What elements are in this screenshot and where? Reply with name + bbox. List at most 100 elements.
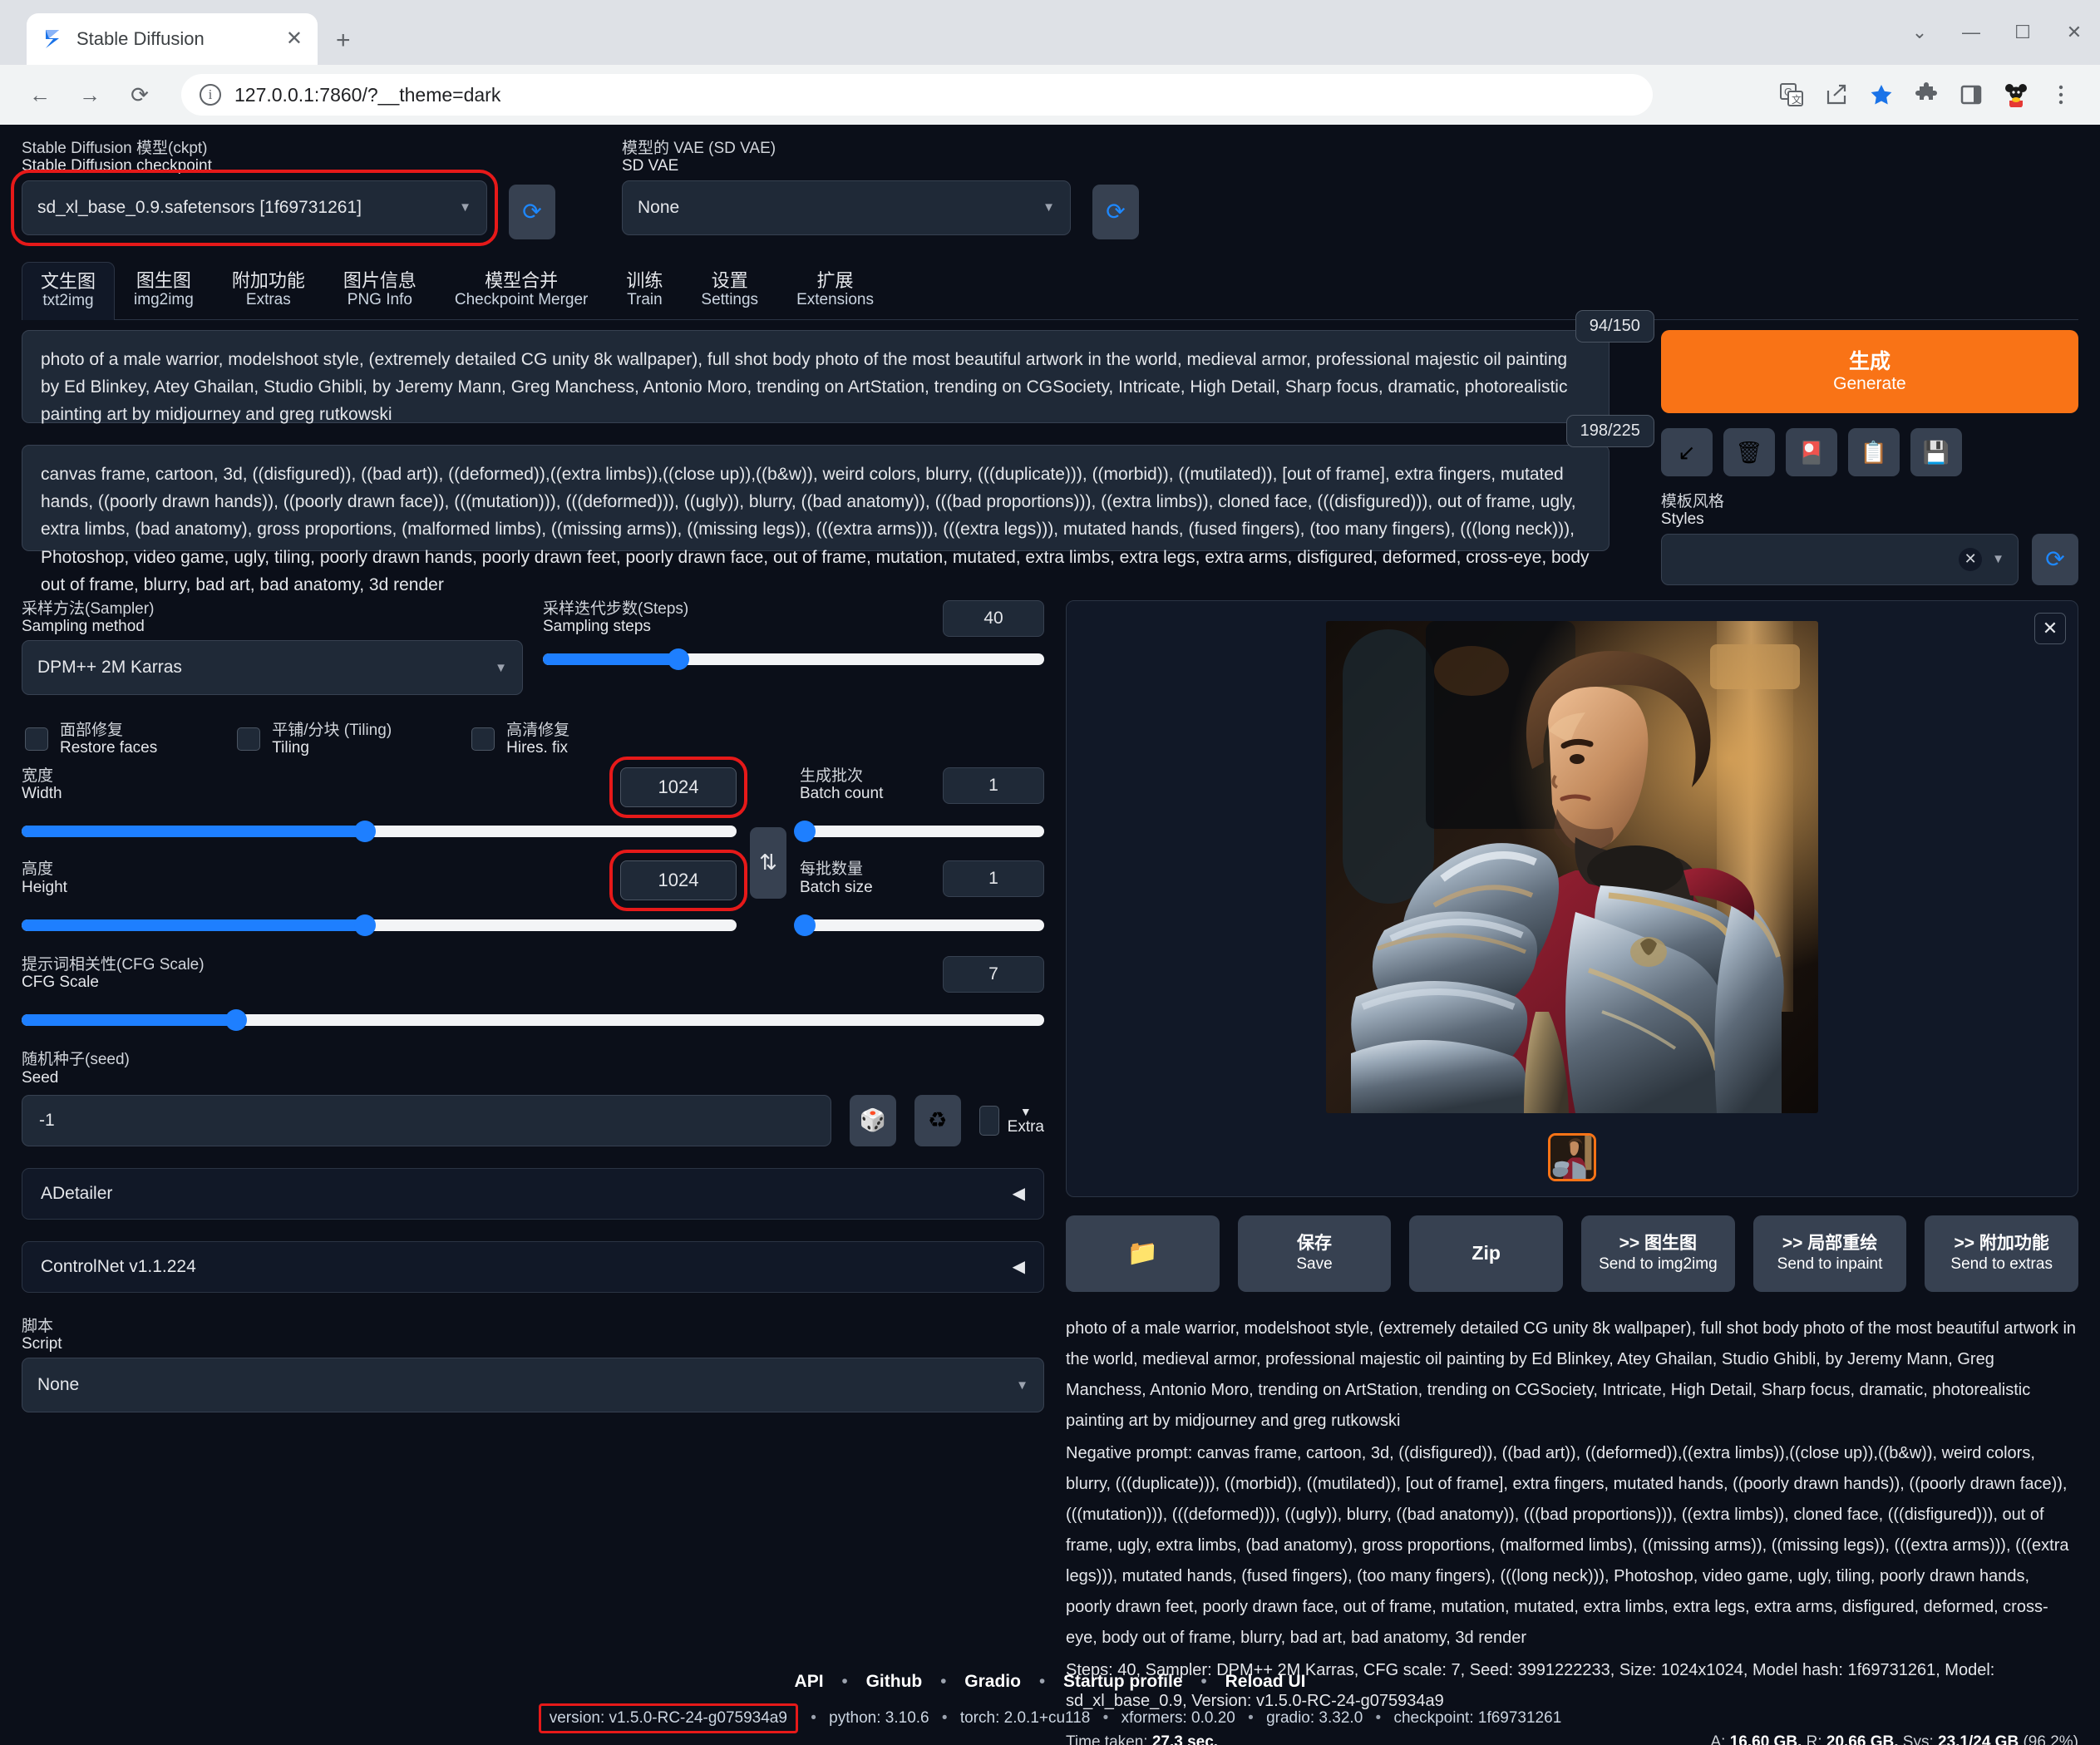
batch-count-slider[interactable] [793, 821, 1044, 843]
window-close-icon[interactable]: ✕ [2048, 0, 2100, 65]
controlnet-accordion[interactable]: ControlNet v1.1.224 ◀ [22, 1240, 1044, 1293]
profile-avatar-icon[interactable] [1995, 74, 2037, 116]
extensions-puzzle-icon[interactable] [1905, 74, 1947, 116]
footer-separator: • [1375, 1709, 1382, 1727]
positive-prompt-textarea[interactable]: photo of a male warrior, modelshoot styl… [22, 330, 1610, 424]
generation-info: photo of a male warrior, modelshoot styl… [1066, 1314, 2078, 1717]
clipboard-icon[interactable]: 📋 [1847, 428, 1900, 477]
tab-txt2img[interactable]: 文生图 txt2img [22, 262, 116, 321]
back-icon[interactable]: ← [18, 73, 62, 116]
batch-size-slider[interactable] [793, 914, 1044, 936]
footer-link-startup-profile[interactable]: Startup profile [1063, 1672, 1183, 1691]
zip-button[interactable]: Zip [1409, 1215, 1564, 1292]
random-seed-dice-icon[interactable]: 🎲 [849, 1094, 896, 1146]
steps-slider-knob[interactable] [667, 648, 689, 671]
cfg-slider-knob[interactable] [225, 1009, 248, 1032]
send-to-extras-button[interactable]: >> 附加功能 Send to extras [1925, 1215, 2079, 1292]
window-minimize-icon[interactable]: — [1945, 0, 1997, 65]
address-bar[interactable]: i 127.0.0.1:7860/?__theme=dark [181, 74, 1653, 116]
footer-link-reload-ui[interactable]: Reload UI [1225, 1672, 1306, 1691]
extra-seed-checkbox[interactable] [979, 1105, 999, 1136]
negative-prompt-textarea[interactable]: canvas frame, cartoon, 3d, ((disfigured)… [22, 445, 1610, 594]
tab-extensions[interactable]: 扩展 Extensions [777, 261, 893, 319]
reload-icon[interactable]: ⟳ [118, 73, 161, 116]
generate-button[interactable]: 生成 Generate [1660, 330, 2078, 414]
tab-png-info-en: PNG Info [347, 291, 412, 309]
batch-size-value[interactable]: 1 [943, 860, 1044, 898]
forward-icon[interactable]: → [68, 73, 111, 116]
tiling-option[interactable]: 平铺/分块 (Tiling) Tiling [237, 722, 392, 757]
site-info-icon[interactable]: i [200, 84, 221, 106]
vae-label-cn: 模型的 VAE (SD VAE) [622, 140, 776, 157]
trash-icon[interactable]: 🗑 [1723, 428, 1775, 477]
translate-icon[interactable]: G文 [1771, 74, 1812, 116]
refresh-checkpoints-button[interactable]: ⟳ [509, 185, 555, 239]
side-panel-icon[interactable] [1950, 74, 1992, 116]
extra-networks-icon[interactable]: 🎴 [1785, 428, 1837, 477]
styles-dropdown[interactable]: ✕ ▼ [1660, 533, 2019, 585]
tab-train[interactable]: 训练 Train [607, 261, 682, 319]
height-slider-knob[interactable] [353, 914, 376, 936]
browser-menu-icon[interactable] [2040, 74, 2082, 116]
footer-link-api[interactable]: API [795, 1672, 824, 1691]
extra-seed-option[interactable]: ▼ Extra [979, 1105, 1044, 1136]
height-value[interactable]: 1024 [609, 850, 747, 912]
tab-extras[interactable]: 附加功能 Extras [213, 261, 324, 319]
script-dropdown[interactable]: None ▼ [22, 1358, 1044, 1413]
save-style-icon[interactable]: 💾 [1910, 428, 1962, 477]
refresh-vae-button[interactable]: ⟳ [1092, 185, 1139, 239]
result-panel: ✕ 📁 保存 Save Zip >> 图生图 Send to img2img >… [1066, 599, 2079, 1745]
tab-img2img[interactable]: 图生图 img2img [115, 261, 213, 319]
batch-size-slider-knob[interactable] [793, 914, 816, 936]
gallery-thumbnail[interactable] [1548, 1132, 1596, 1181]
window-restore-down-icon[interactable]: ⌄ [1894, 0, 1945, 65]
open-folder-button[interactable]: 📁 [1066, 1215, 1220, 1292]
browser-tab[interactable]: Stable Diffusion ✕ [27, 13, 318, 65]
restore-faces-option[interactable]: 面部修复 Restore faces [25, 722, 157, 757]
tab-close-icon[interactable]: ✕ [286, 29, 303, 49]
new-tab-icon[interactable]: + [336, 28, 351, 53]
batch-count-value[interactable]: 1 [943, 767, 1044, 804]
refresh-styles-button[interactable]: ⟳ [2032, 533, 2078, 585]
width-value[interactable]: 1024 [609, 756, 747, 818]
cfg-value[interactable]: 7 [943, 955, 1044, 993]
reuse-seed-recycle-icon[interactable]: ♻ [914, 1094, 961, 1146]
share-icon[interactable] [1816, 74, 1857, 116]
seed-group: 随机种子(seed) Seed -1 🎲 ♻ ▼ Extra [22, 1051, 1044, 1146]
sampler-dropdown[interactable]: DPM++ 2M Karras ▼ [22, 640, 523, 696]
window-maximize-icon[interactable]: ☐ [1997, 0, 2048, 65]
width-slider[interactable] [22, 821, 737, 843]
hires-fix-checkbox[interactable] [471, 727, 495, 752]
footer-link-github[interactable]: Github [866, 1672, 923, 1691]
steps-value[interactable]: 40 [943, 599, 1044, 637]
styles-label-en: Styles [1660, 510, 1704, 529]
height-label-en: Height [22, 878, 67, 896]
bookmark-star-icon[interactable] [1861, 74, 1902, 116]
batch-count-slider-knob[interactable] [793, 821, 816, 843]
seed-input[interactable]: -1 [22, 1094, 831, 1146]
width-slider-knob[interactable] [353, 821, 376, 843]
arrow-down-left-icon[interactable]: ↙ [1660, 428, 1713, 477]
height-slider[interactable] [22, 914, 737, 936]
tiling-checkbox[interactable] [237, 727, 261, 752]
restore-faces-checkbox[interactable] [25, 727, 48, 752]
tab-settings[interactable]: 设置 Settings [682, 261, 777, 319]
save-button[interactable]: 保存 Save [1237, 1215, 1392, 1292]
adetailer-accordion[interactable]: ADetailer ◀ [22, 1167, 1044, 1220]
send-to-img2img-button[interactable]: >> 图生图 Send to img2img [1581, 1215, 1735, 1292]
tab-checkpoint-merger[interactable]: 模型合并 Checkpoint Merger [436, 261, 608, 319]
generated-image[interactable] [1326, 620, 1818, 1113]
vae-dropdown[interactable]: None ▼ [622, 180, 1071, 235]
swap-dimensions-button[interactable]: ⇅ [750, 826, 786, 899]
hires-fix-option[interactable]: 高清修复 Hires. fix [471, 722, 569, 757]
send-to-inpaint-button[interactable]: >> 局部重绘 Send to inpaint [1752, 1215, 1907, 1292]
cfg-slider[interactable] [22, 1009, 1044, 1032]
checkpoint-dropdown[interactable]: sd_xl_base_0.9.safetensors [1f69731261] … [11, 169, 498, 246]
steps-slider[interactable] [543, 648, 1044, 671]
footer-link-gradio[interactable]: Gradio [964, 1672, 1021, 1691]
time-taken-value: 27.3 sec. [1151, 1733, 1219, 1745]
tab-png-info[interactable]: 图片信息 PNG Info [324, 261, 436, 319]
batch-count-label-en: Batch count [800, 785, 884, 802]
close-gallery-icon[interactable]: ✕ [2034, 612, 2066, 644]
clear-styles-icon[interactable]: ✕ [1959, 547, 1983, 571]
